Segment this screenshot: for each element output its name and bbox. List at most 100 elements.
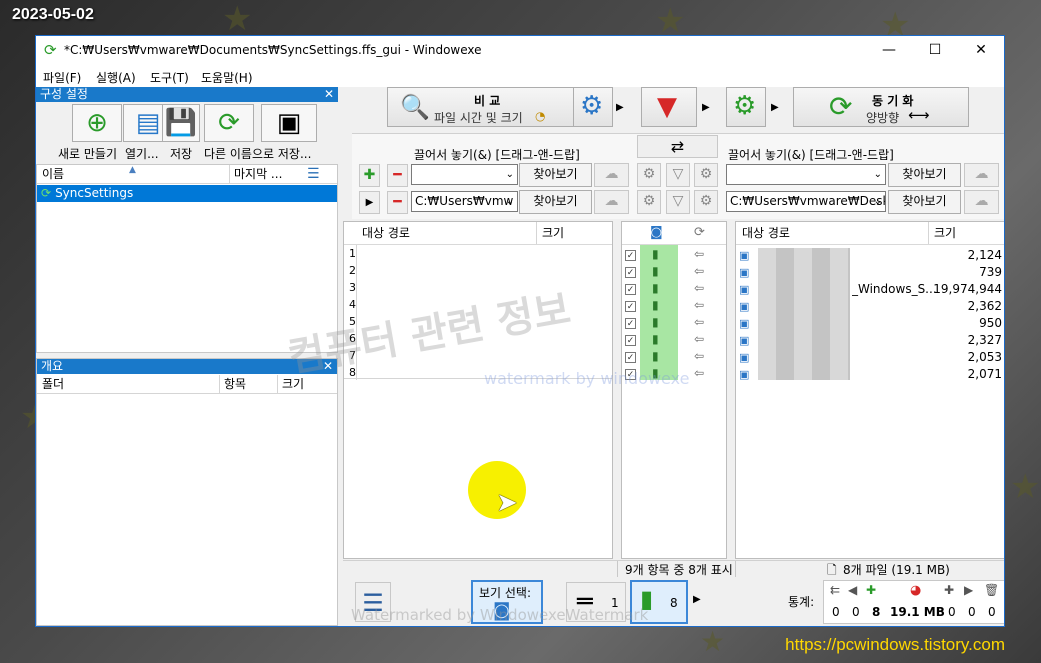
- right-browse-button-top[interactable]: 찾아보기: [888, 163, 961, 187]
- table-row[interactable]: ▣ 739: [736, 264, 1004, 281]
- remove-folder-icon-2[interactable]: ━: [387, 191, 408, 214]
- save-as-sync-button[interactable]: ⟳: [204, 104, 254, 142]
- config-panel-close-icon[interactable]: ✕: [324, 87, 334, 102]
- left-cloud-icon[interactable]: ☁: [594, 190, 629, 214]
- menu-file[interactable]: 파일(F): [43, 69, 81, 86]
- local-filter-icon-2[interactable]: ▽: [666, 190, 690, 214]
- row-checkbox[interactable]: ✓: [625, 301, 636, 312]
- config-panel: 구성 설정 ✕ ⊕ ▤ 💾 ⟳ ▣ 새로 만들기 열기... 저장 다른 이름으…: [36, 87, 338, 353]
- sync-action-icon[interactable]: ⇦: [694, 315, 704, 329]
- local-sync-gear-icon[interactable]: ⚙: [694, 163, 718, 187]
- sync-action-icon[interactable]: ⇦: [694, 349, 704, 363]
- row-checkbox[interactable]: ✓: [625, 284, 636, 295]
- action-grid-header: ◙ ⟳: [622, 222, 726, 245]
- right-browse-button[interactable]: 찾아보기: [888, 190, 961, 214]
- row-checkbox[interactable]: ✓: [625, 267, 636, 278]
- local-gear-icon-2[interactable]: ⚙: [637, 190, 661, 214]
- col-items[interactable]: 항목: [219, 375, 246, 393]
- left-browse-button-top[interactable]: 찾아보기: [519, 163, 592, 187]
- right-folder-combo[interactable]: C:₩Users₩vmware₩Deskt ⌄: [726, 191, 886, 212]
- left-browse-button[interactable]: 찾아보기: [519, 190, 592, 214]
- left-col-path[interactable]: 대상 경로: [362, 222, 410, 244]
- stat-create-right: 8: [872, 605, 881, 619]
- window-title: *C:₩Users₩vmware₩Documents₩SyncSettings.…: [64, 43, 482, 57]
- remove-folder-icon[interactable]: ━: [387, 164, 408, 187]
- add-folder-pair-icon[interactable]: ✚: [359, 164, 380, 187]
- col-last-sync[interactable]: 마지막 ...: [229, 165, 282, 183]
- right-cloud-icon-top[interactable]: ☁: [964, 163, 999, 187]
- right-cloud-icon[interactable]: ☁: [964, 190, 999, 214]
- sync-action-icon[interactable]: ⇦: [694, 264, 704, 278]
- left-col-size[interactable]: 크기: [536, 222, 564, 244]
- menu-run[interactable]: 실행(A): [96, 69, 136, 86]
- local-filter-icon[interactable]: ▽: [666, 163, 690, 187]
- right-col-path[interactable]: 대상 경로: [742, 222, 790, 244]
- table-row[interactable]: ▣ 2,124: [736, 247, 1004, 264]
- right-file-grid[interactable]: 대상 경로 크기 ▣ 2,124 ▣ 739 ▣ _Windows_S... 19,974,…: [735, 221, 1004, 559]
- file-exists-icon: ▮: [652, 281, 659, 295]
- compare-button[interactable]: 🔍 비 교 파일 시간 및 크기 ◔: [387, 87, 590, 127]
- close-button[interactable]: ✕: [958, 36, 1004, 65]
- new-label: 새로 만들기: [58, 147, 118, 161]
- row-checkbox[interactable]: ✓: [625, 318, 636, 329]
- maximize-button[interactable]: ☐: [912, 36, 958, 65]
- create-right-stat-icon: ✚: [866, 583, 877, 597]
- sync-column-icon[interactable]: ⟳: [694, 222, 705, 244]
- sync-action-icon[interactable]: ⇦: [694, 366, 704, 380]
- filter-button[interactable]: ▼: [641, 87, 697, 127]
- row-checkbox[interactable]: ✓: [625, 250, 636, 261]
- file-exists-icon: ▮: [652, 247, 659, 261]
- compare-settings-button[interactable]: ⚙: [573, 87, 613, 127]
- menu-help[interactable]: 도움말(H): [201, 69, 253, 86]
- local-sync-gear-icon-2[interactable]: ⚙: [694, 190, 718, 214]
- table-row[interactable]: ▣ 2,053: [736, 349, 1004, 366]
- action-grid[interactable]: ◙ ⟳ ✓ ▮ ⇦ ✓ ▮ ⇦ ✓ ▮ ⇦ ✓ ▮ ⇦ ✓ ▮ ⇦ ✓ ▮ ⇦ ✓ ▮ ⇦ ✓ ▮ ⇦: [621, 221, 727, 559]
- swap-sides-icon[interactable]: ⇄: [637, 135, 718, 158]
- sync-action-icon[interactable]: ⇦: [694, 298, 704, 312]
- config-item-syncsettings[interactable]: ⟳ SyncSettings: [37, 185, 337, 202]
- row-checkbox[interactable]: ✓: [625, 352, 636, 363]
- sort-up-icon: ▲: [129, 165, 136, 175]
- compare-column-icon[interactable]: ◙: [650, 222, 663, 244]
- save-config-button[interactable]: 💾: [162, 104, 200, 142]
- table-row[interactable]: ▣ 2,327: [736, 332, 1004, 349]
- right-grid-header: 대상 경로 크기: [736, 222, 1004, 245]
- local-gear-icon[interactable]: ⚙: [637, 163, 661, 187]
- chevron-down-icon: ⌄: [873, 169, 882, 180]
- file-exists-icon: ▮: [652, 349, 659, 363]
- file-exists-icon: ▮: [652, 264, 659, 278]
- more-filters-icon[interactable]: ▶: [693, 594, 701, 605]
- left-folder-combo[interactable]: C:₩Users₩vmw ⌄: [411, 191, 518, 212]
- row-number: 4: [349, 298, 356, 311]
- expand-folder-icon[interactable]: ▶: [359, 191, 380, 214]
- left-folder-combo-top[interactable]: ⌄: [411, 164, 518, 185]
- sync-action-icon[interactable]: ⇦: [694, 332, 704, 346]
- table-row[interactable]: ▣ 950: [736, 315, 1004, 332]
- column-options-icon[interactable]: ☰: [307, 165, 320, 183]
- row-number: 2: [349, 264, 356, 277]
- overview-title: 개요: [41, 359, 64, 373]
- minimize-button[interactable]: —: [866, 36, 912, 65]
- sync-action-icon[interactable]: ⇦: [694, 247, 704, 261]
- config-panel-header: 구성 설정 ✕: [36, 87, 338, 102]
- col-name[interactable]: 이름: [42, 165, 64, 183]
- row-checkbox[interactable]: ✓: [625, 335, 636, 346]
- compare-dropdown-icon[interactable]: ▶: [616, 102, 624, 113]
- right-folder-combo-top[interactable]: ⌄: [726, 164, 886, 185]
- filter-dropdown-icon[interactable]: ▶: [702, 102, 710, 113]
- left-cloud-icon-top[interactable]: ☁: [594, 163, 629, 187]
- file-exists-icon: ▮: [652, 332, 659, 346]
- table-row[interactable]: ▣ 2,071: [736, 366, 1004, 383]
- table-row[interactable]: ▣ _Windows_S... 19,974,944: [736, 281, 1004, 298]
- col-folder[interactable]: 폴더: [42, 375, 64, 393]
- right-col-size[interactable]: 크기: [928, 222, 956, 244]
- table-row[interactable]: ▣ 2,362: [736, 298, 1004, 315]
- file-size: 2,071: [967, 367, 1002, 381]
- new-config-button[interactable]: ⊕: [72, 104, 122, 142]
- sync-action-icon[interactable]: ⇦: [694, 281, 704, 295]
- sync-dropdown-icon[interactable]: ▶: [771, 102, 779, 113]
- save-as-batch-button[interactable]: ▣: [261, 104, 317, 142]
- sync-settings-button[interactable]: ⚙: [726, 87, 766, 127]
- synchronize-button[interactable]: ⟳ 동 기 화 양방향 ⟷: [793, 87, 969, 127]
- menu-tools[interactable]: 도구(T): [150, 69, 189, 86]
